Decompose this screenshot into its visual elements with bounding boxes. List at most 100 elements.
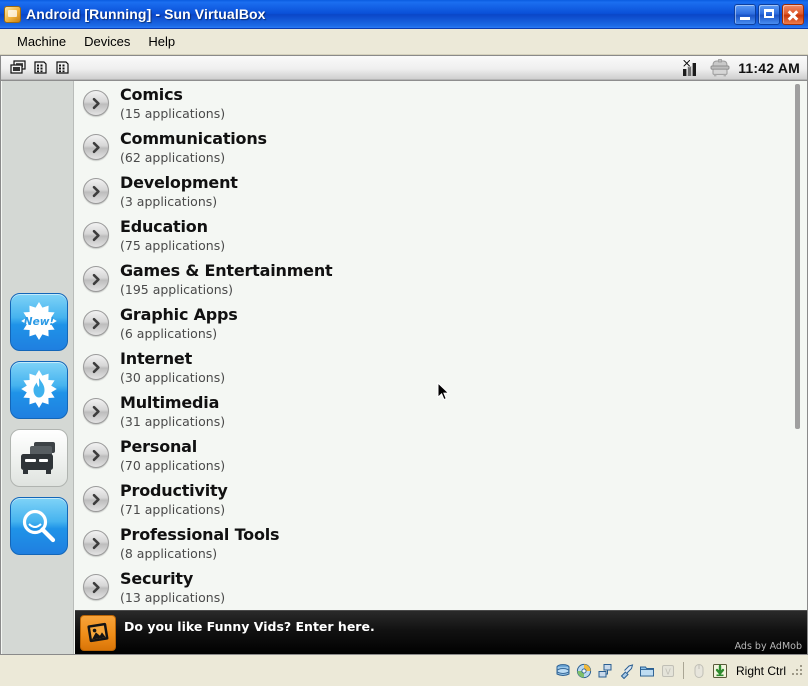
close-icon <box>783 5 803 24</box>
category-text: Graphic Apps (6 applications) <box>120 303 238 343</box>
category-text: Professional Tools (8 applications) <box>120 523 280 563</box>
tab-new[interactable]: New! <box>10 293 68 351</box>
category-row[interactable]: Development (3 applications) <box>75 169 808 213</box>
menubar: Machine Devices Help <box>0 29 808 55</box>
category-name: Games & Entertainment <box>120 261 333 280</box>
app-sidebar: New! <box>2 81 74 655</box>
category-name: Graphic Apps <box>120 305 238 324</box>
category-row[interactable]: Multimedia (31 applications) <box>75 389 808 433</box>
menu-devices[interactable]: Devices <box>75 31 139 52</box>
host-key-label: Right Ctrl <box>735 663 786 678</box>
virtualbox-window: Android [Running] - Sun VirtualBox Machi… <box>0 0 808 686</box>
category-row[interactable]: Productivity (71 applications) <box>75 477 808 521</box>
mouse-integration-icon[interactable] <box>691 663 707 679</box>
network-adapter-icon[interactable] <box>597 663 613 679</box>
category-count: (195 applications) <box>120 282 234 297</box>
category-row[interactable]: Security (13 applications) <box>75 565 808 609</box>
multi-window-icon <box>10 60 27 75</box>
status-system-area: 11:42 AM <box>682 58 808 77</box>
photo-frame-icon <box>80 615 116 651</box>
maximize-button[interactable] <box>758 3 780 25</box>
category-count: (62 applications) <box>120 150 226 165</box>
category-name: Comics <box>120 85 183 104</box>
category-count: (31 applications) <box>120 414 226 429</box>
category-text: Comics (15 applications) <box>120 83 225 123</box>
remote-display-icon[interactable]: V <box>660 663 676 679</box>
category-count: (70 applications) <box>120 458 226 473</box>
category-name: Internet <box>120 349 193 368</box>
category-text: Productivity (71 applications) <box>120 479 228 519</box>
window-controls <box>734 3 804 25</box>
category-name: Productivity <box>120 481 228 500</box>
category-row[interactable]: Games & Entertainment (195 applications) <box>75 257 808 301</box>
chevron-right-icon <box>83 530 109 556</box>
category-name: Education <box>120 217 208 236</box>
close-button[interactable] <box>782 3 804 25</box>
minimize-icon <box>735 5 755 24</box>
category-text: Development (3 applications) <box>120 171 238 211</box>
shared-folders-icon[interactable] <box>639 663 655 679</box>
category-row[interactable]: Education (75 applications) <box>75 213 808 257</box>
chevron-right-icon <box>83 90 109 116</box>
category-text: Internet (30 applications) <box>120 347 225 387</box>
category-row[interactable]: Comics (15 applications) <box>75 81 808 125</box>
category-row[interactable]: Graphic Apps (6 applications) <box>75 301 808 345</box>
tab-hot[interactable] <box>10 361 68 419</box>
signal-no-service-icon <box>682 58 702 77</box>
chevron-right-icon <box>83 266 109 292</box>
status-notification-area <box>0 60 71 75</box>
minimize-button[interactable] <box>734 3 756 25</box>
chevron-right-icon <box>83 134 109 160</box>
new-burst-icon: New! <box>17 300 61 344</box>
maximize-icon <box>759 5 779 24</box>
category-name: Personal <box>120 437 198 456</box>
category-row[interactable]: Personal (70 applications) <box>75 433 808 477</box>
category-text: Communications (62 applications) <box>120 127 267 167</box>
category-count: (3 applications) <box>120 194 218 209</box>
category-text: Multimedia (31 applications) <box>120 391 225 431</box>
category-row[interactable]: Communications (62 applications) <box>75 125 808 169</box>
category-count: (13 applications) <box>120 590 226 605</box>
sim-card-icon <box>32 60 49 75</box>
search-magnifier-icon <box>19 506 59 546</box>
category-text: Security (13 applications) <box>120 567 225 607</box>
svg-text:V: V <box>665 667 671 676</box>
chevron-right-icon <box>83 486 109 512</box>
category-name: Communications <box>120 129 267 148</box>
status-clock: 11:42 AM <box>738 59 800 76</box>
category-name: Multimedia <box>120 393 220 412</box>
chevron-right-icon <box>83 310 109 336</box>
category-count: (30 applications) <box>120 370 226 385</box>
menu-help[interactable]: Help <box>139 31 184 52</box>
ad-banner[interactable]: Do you like Funny Vids? Enter here. Ads … <box>75 610 808 655</box>
resize-grip[interactable] <box>792 664 804 677</box>
tab-search[interactable] <box>10 497 68 555</box>
tab-categories[interactable] <box>10 429 68 487</box>
categories-archive-icon <box>19 440 59 476</box>
vbox-host-area: Right Ctrl <box>691 663 786 679</box>
window-title: Android [Running] - Sun VirtualBox <box>26 6 266 22</box>
chevron-right-icon <box>83 574 109 600</box>
menu-machine[interactable]: Machine <box>8 31 75 52</box>
ad-attribution: Ads by AdMob <box>734 641 802 652</box>
cd-dvd-icon[interactable] <box>576 663 592 679</box>
hard-disk-icon[interactable] <box>555 663 571 679</box>
host-key-icon[interactable] <box>712 663 728 679</box>
list-scrollbar[interactable] <box>795 84 800 429</box>
category-count: (6 applications) <box>120 326 218 341</box>
category-name: Development <box>120 173 238 192</box>
category-count: (8 applications) <box>120 546 218 561</box>
alarm-clock-icon <box>709 58 731 77</box>
ad-text: Do you like Funny Vids? Enter here. <box>124 619 375 634</box>
category-count: (75 applications) <box>120 238 226 253</box>
category-row[interactable]: Internet (30 applications) <box>75 345 808 389</box>
category-list[interactable]: Comics (15 applications) Communications (62… <box>75 81 808 655</box>
category-name: Professional Tools <box>120 525 280 544</box>
category-row[interactable]: Professional Tools (8 applications) <box>75 521 808 565</box>
chevron-right-icon <box>83 222 109 248</box>
vbox-status-bar: V Right Ctrl <box>0 655 808 686</box>
vbox-device-icons: V <box>555 663 676 679</box>
android-screen: 11:42 AM New! Comics (15 applications) C… <box>0 55 808 655</box>
usb-icon[interactable] <box>618 663 634 679</box>
android-status-bar: 11:42 AM <box>0 55 808 81</box>
